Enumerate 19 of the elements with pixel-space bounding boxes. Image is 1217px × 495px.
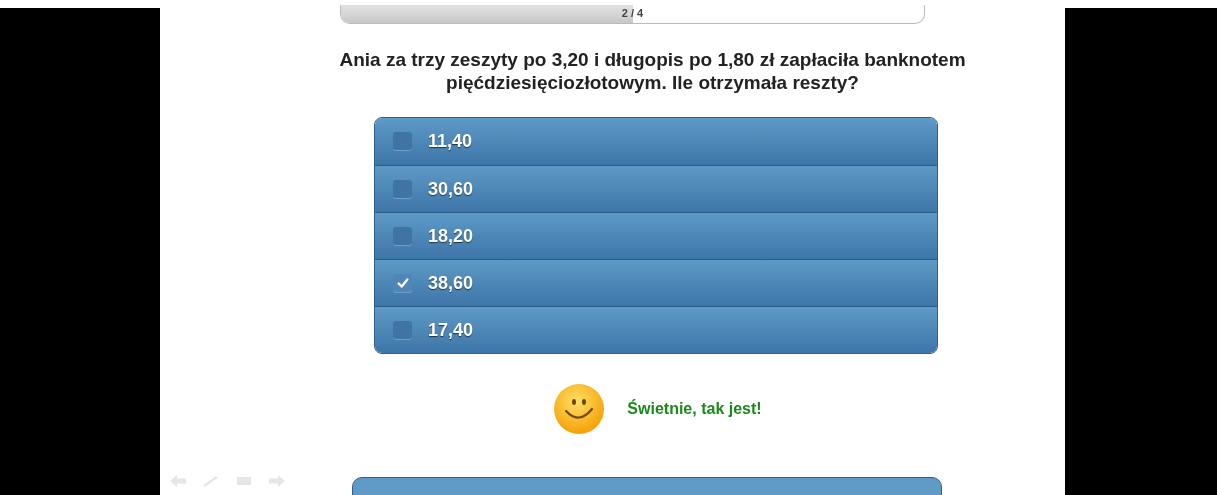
feedback-text: Świetnie, tak jest! xyxy=(627,400,762,418)
checkbox[interactable] xyxy=(393,132,412,151)
question-text: Ania za trzy zeszyty po 3,20 i długopis po 1,80 zł zapłaciła banknotem pięćdziesięciozłotowym. Ile otrzymała reszty? xyxy=(338,48,967,94)
pen-icon[interactable] xyxy=(203,475,219,487)
forward-arrow-icon[interactable] xyxy=(269,475,285,487)
progress-label: 2 / 4 xyxy=(621,7,644,19)
answer-option[interactable]: 30,60 xyxy=(375,165,937,212)
answer-option[interactable]: 17,40 xyxy=(375,306,937,353)
answer-option[interactable]: 38,60 xyxy=(375,259,937,306)
answer-option[interactable]: 11,40 xyxy=(375,118,937,165)
checkbox[interactable] xyxy=(393,273,412,293)
screen-icon[interactable] xyxy=(236,475,252,487)
checkbox[interactable] xyxy=(393,179,412,199)
answer-option[interactable]: 18,20 xyxy=(375,212,937,259)
checkbox[interactable] xyxy=(393,226,412,246)
checkbox[interactable] xyxy=(393,320,412,340)
smiley-icon xyxy=(553,383,606,435)
back-arrow-icon[interactable] xyxy=(170,475,186,487)
check-icon xyxy=(395,276,410,290)
